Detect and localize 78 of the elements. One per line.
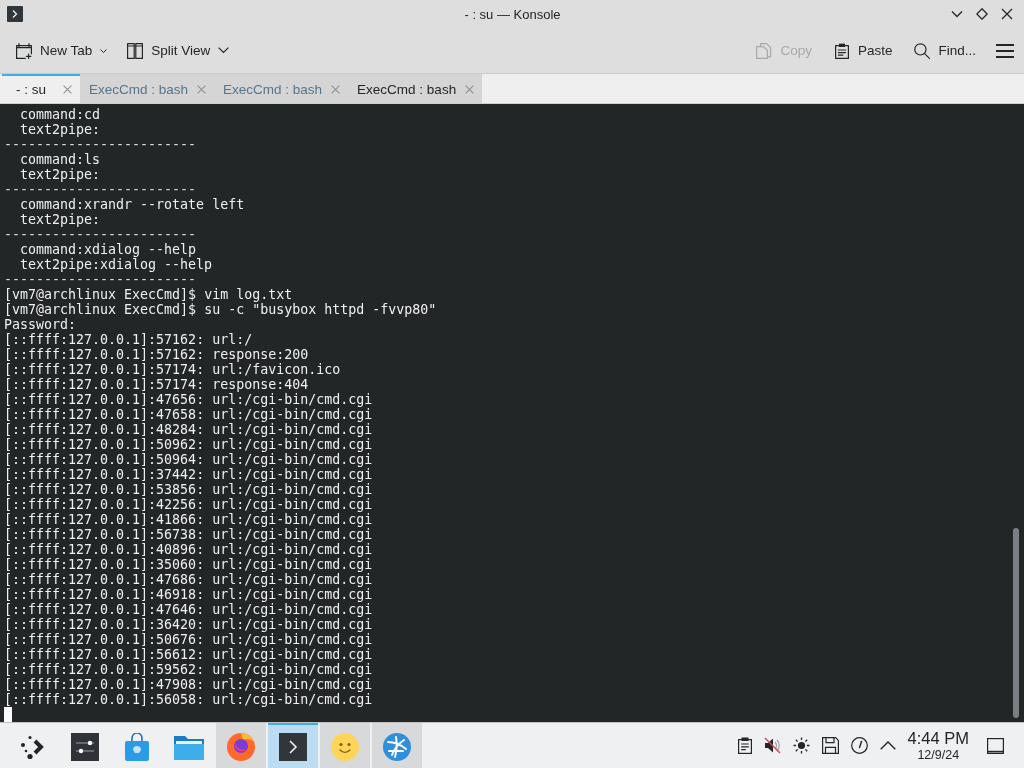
terminal-app-icon — [7, 6, 23, 22]
task-button[interactable] — [268, 723, 318, 768]
terminal-line: [::ffff:127.0.0.1]:57162: url:/ — [4, 332, 253, 347]
terminal-line: [::ffff:127.0.0.1]:36420: url:/cgi-bin/cmd.cgi — [4, 617, 373, 632]
chevron-up-icon[interactable] — [879, 741, 896, 750]
terminal-line: ------------------------ — [4, 227, 197, 242]
menu-icon — [996, 43, 1014, 58]
new-tab-icon — [16, 42, 32, 59]
terminal-line: [::ffff:127.0.0.1]:57162: response:200 — [4, 347, 309, 362]
terminal-line: [::ffff:127.0.0.1]:56058: url:/cgi-bin/cmd.cgi — [4, 692, 373, 707]
chevron-down-icon — [218, 47, 230, 54]
close-icon[interactable] — [63, 85, 72, 94]
diamond-icon — [976, 8, 988, 20]
app-launcher-icon — [20, 733, 46, 760]
terminal-line: [::ffff:127.0.0.1]:59562: url:/cgi-bin/cmd.cgi — [4, 662, 373, 677]
terminal-line: [::ffff:127.0.0.1]:42256: url:/cgi-bin/cmd.cgi — [4, 497, 373, 512]
terminal-line: command:xrandr --rotate left — [20, 197, 245, 212]
terminal-line: [::ffff:127.0.0.1]:56612: url:/cgi-bin/cmd.cgi — [4, 647, 373, 662]
copy-icon — [756, 42, 773, 59]
terminal-line: ------------------------ — [4, 182, 197, 197]
text-cursor — [4, 707, 12, 722]
terminal-line: ------------------------ — [4, 137, 197, 152]
window-title: - : su — Konsole — [464, 6, 561, 22]
speaker-muted-icon[interactable] — [763, 737, 781, 754]
caret-icon — [100, 48, 108, 53]
clock-button[interactable]: 4:44 PM 12/9/24 — [905, 730, 971, 761]
browser-icon — [226, 731, 256, 762]
search-icon — [914, 42, 931, 59]
terminal-line: [::ffff:127.0.0.1]:48284: url:/cgi-bin/cmd.cgi — [4, 422, 373, 437]
terminal-line: [::ffff:127.0.0.1]:37442: url:/cgi-bin/cmd.cgi — [4, 467, 373, 482]
brightness-icon[interactable] — [792, 737, 810, 754]
terminal-line: [::ffff:127.0.0.1]:50962: url:/cgi-bin/cmd.cgi — [4, 437, 373, 452]
terminal-line: ------------------------ — [4, 272, 197, 287]
new-tab-button[interactable]: New Tab — [10, 37, 114, 64]
terminal-line: Password: — [4, 317, 77, 332]
terminal-line: [::ffff:127.0.0.1]:47658: url:/cgi-bin/cmd.cgi — [4, 407, 373, 422]
terminal-line: text2pipe: — [20, 122, 101, 137]
terminal-line: command:cd — [20, 107, 101, 122]
terminal-line: [::ffff:127.0.0.1]:57174: response:404 — [4, 377, 309, 392]
tab[interactable]: ExecCmd : bash — [348, 74, 483, 103]
chevron-down-icon — [951, 8, 963, 20]
shopping-bag-icon — [123, 732, 151, 761]
terminal-line: [::ffff:127.0.0.1]:35060: url:/cgi-bin/cmd.cgi — [4, 557, 373, 572]
terminal-line: [::ffff:127.0.0.1]:46918: url:/cgi-bin/cmd.cgi — [4, 587, 373, 602]
terminal-line: [::ffff:127.0.0.1]:50676: url:/cgi-bin/cmd.cgi — [4, 632, 373, 647]
split-view-button[interactable]: Split View — [121, 37, 236, 64]
clipboard-icon — [833, 42, 850, 59]
terminal-line: text2pipe: — [20, 167, 101, 182]
globe-icon — [383, 732, 411, 761]
terminal-line: command:ls — [20, 152, 101, 167]
clipboard-icon[interactable] — [737, 737, 752, 754]
split-view-icon — [127, 42, 144, 59]
terminal-line: [::ffff:127.0.0.1]:47908: url:/cgi-bin/cmd.cgi — [4, 677, 373, 692]
find-button[interactable]: Find... — [908, 37, 982, 64]
folder-icon — [174, 733, 204, 760]
terminal-line: [::ffff:127.0.0.1]:41866: url:/cgi-bin/cmd.cgi — [4, 512, 373, 527]
terminal-line: text2pipe: — [20, 212, 101, 227]
terminal-line: [vm7@archlinux ExecCmd]$ vim log.txt — [4, 287, 293, 302]
terminal-line: command:xdialog --help — [20, 242, 197, 257]
terminal-icon — [279, 732, 307, 761]
terminal-line: [::ffff:127.0.0.1]:57174: url:/favicon.ico — [4, 362, 341, 377]
smiley-icon — [331, 732, 359, 761]
terminal-line: [::ffff:127.0.0.1]:47656: url:/cgi-bin/cmd.cgi — [4, 392, 373, 407]
gauge-icon[interactable] — [850, 737, 868, 754]
close-icon — [1001, 8, 1013, 20]
terminal-line: [::ffff:127.0.0.1]:53856: url:/cgi-bin/cmd.cgi — [4, 482, 373, 497]
terminal-line: [::ffff:127.0.0.1]:47646: url:/cgi-bin/cmd.cgi — [4, 602, 373, 617]
paste-button[interactable]: Paste — [827, 37, 899, 64]
terminal-line: [::ffff:127.0.0.1]:50964: url:/cgi-bin/cmd.cgi — [4, 452, 373, 467]
terminal-line: [::ffff:127.0.0.1]:40896: url:/cgi-bin/cmd.cgi — [4, 542, 373, 557]
terminal-line: [::ffff:127.0.0.1]:56738: url:/cgi-bin/cmd.cgi — [4, 527, 373, 542]
terminal-line: text2pipe:xdialog --help — [20, 257, 213, 272]
terminal-line: [::ffff:127.0.0.1]:47686: url:/cgi-bin/cmd.cgi — [4, 572, 373, 587]
floppy-disk-icon[interactable] — [821, 737, 839, 754]
sliders-icon — [71, 732, 99, 761]
scrollbar-thumb[interactable] — [1013, 528, 1019, 718]
show-desktop-icon[interactable] — [987, 737, 1004, 754]
terminal-line: [vm7@archlinux ExecCmd]$ su -c "busybox httpd -fvvp80" — [4, 302, 437, 317]
